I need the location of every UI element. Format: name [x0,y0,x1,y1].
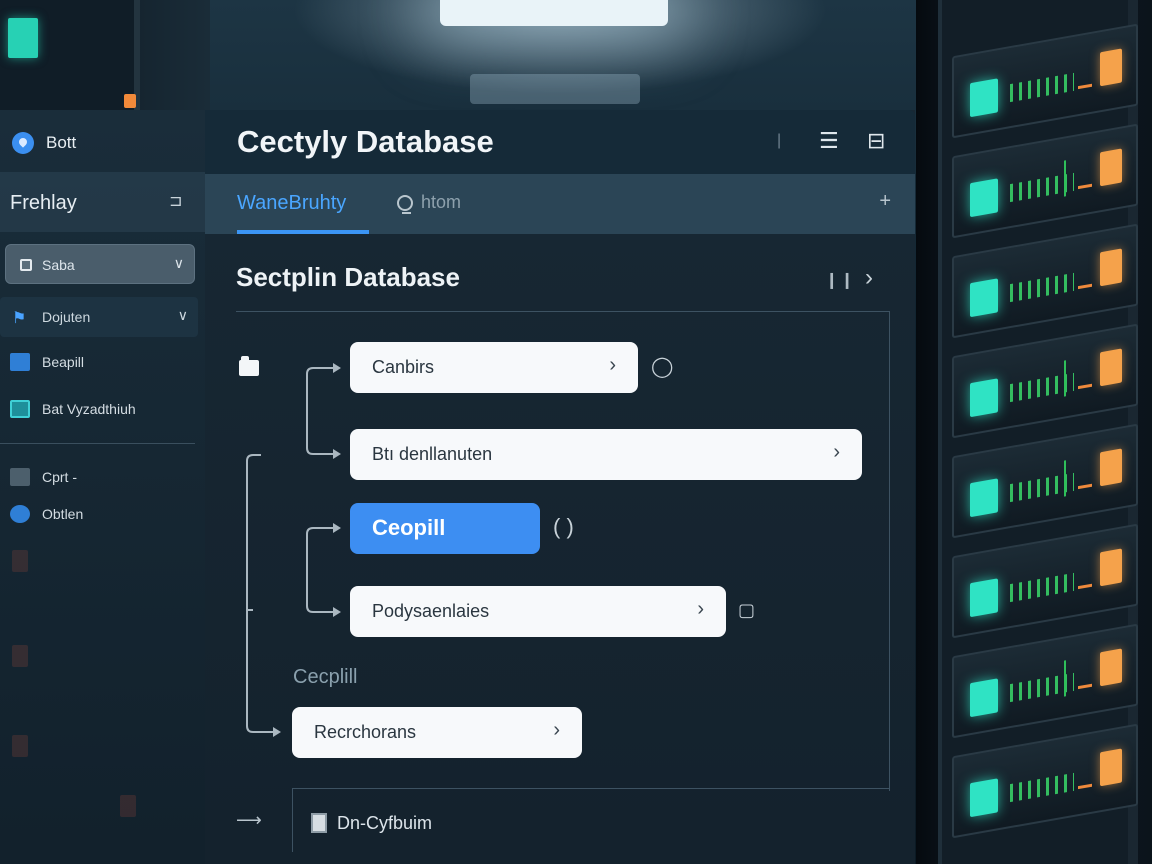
chevron-right-icon: › [697,598,704,620]
square-icon [20,259,32,271]
tree-node[interactable]: Btı denllanuten › [350,429,862,480]
code-brackets-icon[interactable]: ( ) [553,514,574,540]
rack-led [124,94,136,108]
left-rack-face [0,0,140,110]
sidebar: Bott Frehlay ⊐ Saba ∨ ⚑ Dojuten ∨ Beapil… [0,110,205,864]
hexagon-icon [10,505,30,523]
flag-icon: ⚑ [12,310,27,327]
tree-node-selected[interactable]: Ceopill [350,503,540,554]
sidebar-item-bat[interactable]: Bat Vyzadthiuh [10,400,136,418]
document-icon [311,813,327,833]
sidebar-select[interactable]: Saba ∨ [5,244,195,284]
chevron-right-icon: › [609,354,616,376]
arrow-right-icon: ⟶ [236,810,262,830]
sidebar-group[interactable]: ⚑ Dojuten ∨ [0,297,198,337]
group-label: Cecplill [293,666,358,688]
sidebar-item-label: Cprt - [42,469,77,485]
comment-icon[interactable]: ◯ [651,354,673,379]
sidebar-item-label: Obtlen [42,506,84,522]
tree-node-label: Recrchorans [314,722,417,742]
sidebar-group-label: Dojuten [42,309,91,325]
faded-icon [12,735,28,757]
footer-row[interactable]: Dn-Cyfbuim [292,788,890,852]
chevron-right-icon: › [833,441,840,463]
teal-square-icon [10,400,30,418]
chevron-down-icon: ∨ [177,307,188,323]
chevron-right-icon: › [553,719,560,741]
brand-logo-icon [12,132,34,154]
brand-name: Bott [46,133,77,152]
sidebar-item-label: Beapill [42,354,85,370]
tree-node[interactable]: Canbirs › [350,342,638,393]
faded-icon [120,795,136,817]
tree-node-label: Btı denllanuten [372,444,493,464]
brand[interactable]: Bott [12,132,76,154]
tree-node-label: Canbirs [372,357,435,377]
faded-icon [12,645,28,667]
sidebar-item-cprt[interactable]: Cprt - [10,468,77,486]
tree-node[interactable]: Podysaenlaies › [350,586,726,637]
sidebar-header: Frehlay ⊐ [0,172,205,232]
sidebar-item-label: Bat Vyzadthiuh [42,401,136,417]
ceiling-light-secondary [470,74,640,104]
folder-icon [239,356,259,376]
grid-icon [10,468,30,486]
blue-square-icon [10,353,30,371]
sidebar-item-beapill[interactable]: Beapill [10,353,84,371]
rack-led [8,18,38,58]
chevron-down-icon: ∨ [173,255,184,271]
sidebar-title: Frehlay [10,192,77,214]
main-panel: Cectyly Database | ☰ ⊟ WaneBruhty htom +… [205,110,915,864]
sidebar-select-label: Saba [42,257,75,273]
square-icon[interactable]: ▢ [738,600,755,621]
collapse-icon[interactable]: ⊐ [169,194,187,210]
sidebar-item-obtlen[interactable]: Obtlen [10,505,83,523]
faded-icon [12,550,28,572]
tree-node[interactable]: Recrchorans › [292,707,582,758]
left-server-rack [0,0,210,110]
tree-node-label: Ceopill [372,515,446,540]
footer-label: Dn-Cyfbuim [337,813,433,833]
tree-node-label: Podysaenlaies [372,601,490,621]
ceiling-light [440,0,668,26]
sidebar-divider [0,443,195,444]
